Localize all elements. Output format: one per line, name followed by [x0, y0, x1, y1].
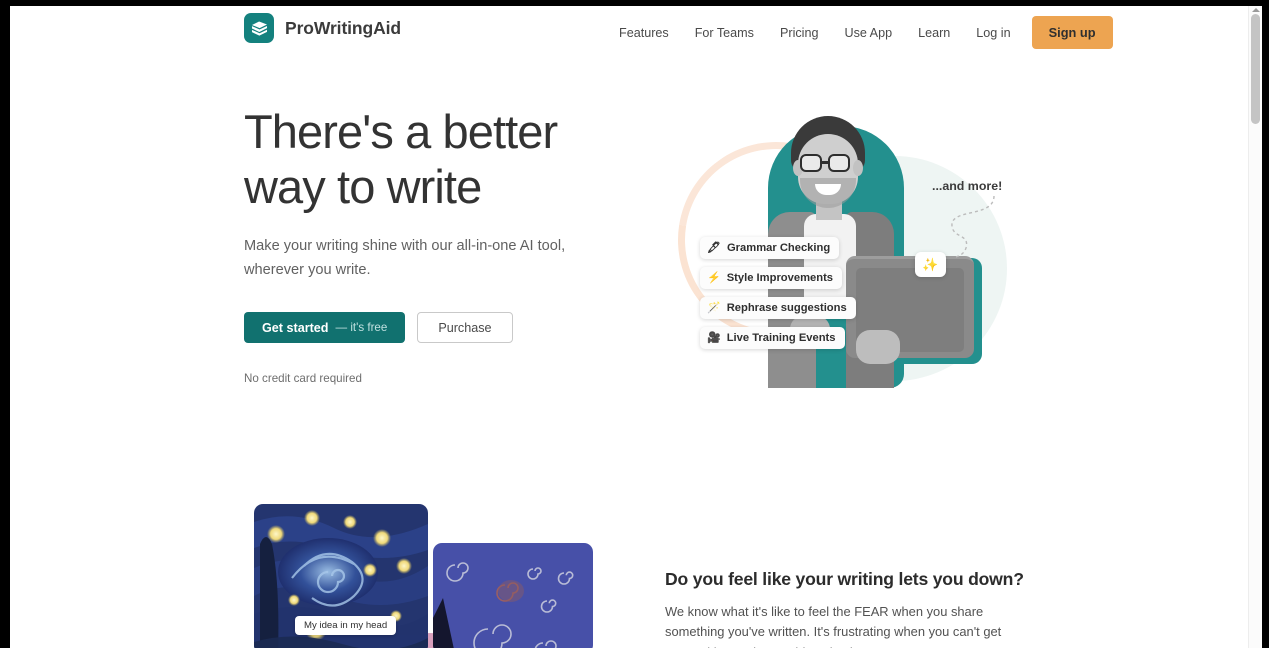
magic-wand-icon: 🪄	[707, 301, 721, 314]
hero-cta-row: Get started — it's free Purchase	[244, 312, 604, 344]
idea-label-pill: My idea in my head	[295, 616, 397, 635]
sign-up-button[interactable]: Sign up	[1031, 16, 1113, 49]
section-title: Do you feel like your writing lets you d…	[665, 569, 1024, 589]
hand-right	[856, 330, 900, 364]
film-camera-icon: 🎥	[707, 331, 721, 344]
nav-item-log-in[interactable]: Log in	[963, 18, 1023, 48]
hero-copy: There's a better way to write Make your …	[244, 104, 604, 385]
feature-chip-label: Style Improvements	[726, 272, 834, 284]
lightning-bolt-icon: ⚡	[707, 271, 721, 284]
no-credit-card-note: No credit card required	[244, 372, 362, 386]
glasses-left-lens	[800, 154, 822, 172]
nav-item-for-teams[interactable]: For Teams	[682, 18, 767, 48]
page-content: ProWritingAid Features For Teams Pricing…	[10, 6, 1248, 648]
glasses-right-lens	[828, 154, 850, 172]
browser-frame: ProWritingAid Features For Teams Pricing…	[0, 0, 1269, 648]
purchase-button[interactable]: Purchase	[417, 312, 513, 344]
main-navigation: Features For Teams Pricing Use App Learn…	[606, 16, 1113, 49]
hero-illustration: 🖋 Grammar Checking ⚡ Style Improvements …	[639, 103, 1040, 406]
nav-item-features[interactable]: Features	[606, 18, 682, 48]
site-header: ProWritingAid Features For Teams Pricing…	[10, 6, 1248, 64]
get-started-button[interactable]: Get started — it's free	[244, 312, 406, 344]
blue-doodle-panel	[433, 543, 593, 648]
glasses-bridge	[822, 161, 828, 164]
vertical-scrollbar[interactable]	[1248, 6, 1262, 648]
nav-item-pricing[interactable]: Pricing	[767, 18, 832, 48]
dotted-curve-icon	[951, 195, 995, 258]
lower-text-section: Do you feel like your writing lets you d…	[665, 569, 1025, 648]
book-pages-icon	[244, 13, 274, 43]
hero-subheadline: Make your writing shine with our all-in-…	[244, 237, 566, 278]
feature-chip-label: Grammar Checking	[726, 242, 831, 254]
get-started-sublabel: — it's free	[335, 321, 388, 335]
scrollbar-thumb[interactable]	[1251, 14, 1260, 124]
feature-chip-live-training: 🎥 Live Training Events	[700, 327, 845, 349]
feature-chip-grammar: 🖋 Grammar Checking	[700, 237, 840, 259]
brand-name: ProWritingAid	[285, 17, 402, 38]
nav-item-use-app[interactable]: Use App	[831, 18, 905, 48]
feature-chip-label: Rephrase suggestions	[726, 302, 847, 314]
brand-logo-link[interactable]: ProWritingAid	[244, 13, 401, 43]
scroll-up-arrow-icon[interactable]	[1252, 8, 1260, 12]
feature-chip-label: Live Training Events	[726, 332, 836, 344]
and-more-label: ...and more!	[932, 179, 1003, 193]
browser-viewport: ProWritingAid Features For Teams Pricing…	[10, 6, 1262, 648]
nav-item-learn[interactable]: Learn	[905, 18, 963, 48]
section-body: We know what it's like to feel the FEAR …	[665, 604, 1002, 648]
get-started-label: Get started	[262, 320, 329, 335]
feature-chip-rephrase: 🪄 Rephrase suggestions	[700, 297, 856, 319]
lower-illustration: My idea in my head	[250, 500, 610, 648]
page-title: There's a better way to write	[244, 105, 558, 214]
feature-chip-style: ⚡ Style Improvements	[700, 267, 843, 289]
feather-pen-icon: 🖋	[707, 241, 721, 254]
ear-right	[853, 160, 863, 176]
